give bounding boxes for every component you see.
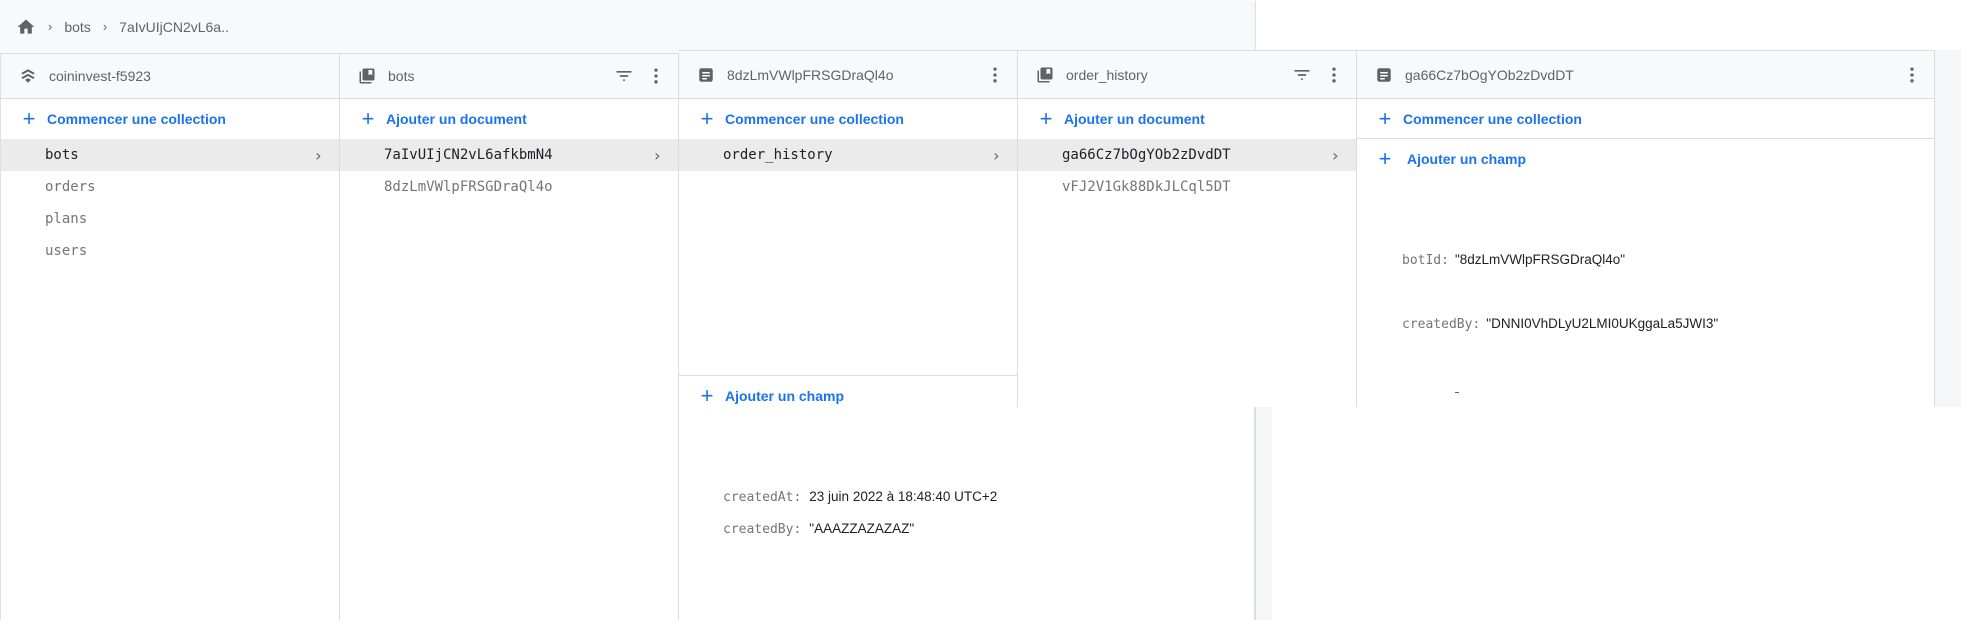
more-vert-icon[interactable] <box>1324 65 1344 85</box>
item-label: plans <box>45 211 88 227</box>
column-header: ga66Cz7bOgYOb2zDvdDT <box>1357 50 1934 99</box>
list-item[interactable]: orders <box>1 171 339 203</box>
field-key: createdBy: <box>1402 317 1481 332</box>
add-document-button[interactable]: + Ajouter un document <box>340 99 678 139</box>
firestore-data-window: › bots › 7aIvUIjCN2vL6a.. coininvest-f59… <box>0 0 1357 407</box>
plus-icon: + <box>22 106 36 131</box>
plus-icon: + <box>1039 106 1053 131</box>
item-label: order_history <box>723 147 833 163</box>
list-item[interactable]: order_history › <box>679 139 1017 171</box>
document-icon <box>697 66 715 84</box>
collection-column: bots + Ajouter un document 7aIvUIjCN2vL6… <box>340 54 679 407</box>
column-header: coininvest-f5923 <box>1 54 339 99</box>
list-item[interactable]: ga66Cz7bOgYOb2zDvdDT › <box>1018 139 1356 171</box>
scroll-gutter <box>1256 407 1272 620</box>
list-item[interactable]: users <box>1 235 339 267</box>
column-header: 8dzLmVWlpFRSGDraQl4o <box>679 50 1017 99</box>
field-key: createdBy: <box>723 522 802 537</box>
column-title: ga66Cz7bOgYOb2zDvdDT <box>1405 66 1574 83</box>
firestore-icon <box>19 67 37 85</box>
filter-icon[interactable] <box>614 66 634 86</box>
root-column: coininvest-f5923 + Commencer une collect… <box>0 54 340 407</box>
column-title: order_history <box>1066 66 1148 83</box>
plus-icon: + <box>700 383 714 408</box>
button-label: Commencer une collection <box>47 111 226 127</box>
column-header: order_history <box>1018 50 1356 99</box>
chevron-right-icon: › <box>1330 145 1340 165</box>
item-label: 8dzLmVWlpFRSGDraQl4o <box>384 179 553 195</box>
collection-icon <box>1036 66 1054 84</box>
list-item[interactable]: 7aIvUIjCN2vL6afkbmN4 › <box>340 139 678 171</box>
chevron-right-icon: › <box>48 19 53 34</box>
list-item[interactable]: bots › <box>1 139 339 171</box>
plus-icon: + <box>1378 105 1392 131</box>
field-value: "DNNI0VhDLyU2LMI0UKggaLa5JWI3" <box>1486 316 1719 331</box>
filter-icon[interactable] <box>1292 65 1312 85</box>
item-label: users <box>45 243 88 259</box>
button-label: Commencer une collection <box>725 111 904 127</box>
add-field-button[interactable]: + Ajouter un champ <box>1357 139 1934 179</box>
more-vert-icon[interactable] <box>1902 65 1922 85</box>
item-label: 7aIvUIjCN2vL6afkbmN4 <box>384 147 553 163</box>
field-value: 23 juin 2022 à 18:48:40 UTC+2 <box>809 489 998 504</box>
breadcrumb-item[interactable]: bots <box>64 19 90 35</box>
start-collection-button[interactable]: + Commencer une collection <box>1 99 339 139</box>
document-column: 8dzLmVWlpFRSGDraQl4o + Commencer une col… <box>679 50 1018 407</box>
chevron-right-icon: › <box>102 19 108 34</box>
field-key: createdAt: <box>723 490 802 505</box>
document-column: ga66Cz7bOgYOb2zDvdDT + Commencer une col… <box>1357 50 1935 407</box>
button-label: Commencer une collection <box>1403 110 1582 127</box>
field-value: "8dzLmVWlpFRSGDraQl4o" <box>1454 252 1626 267</box>
list-item[interactable]: vFJ2V1Gk88DkJLCql5DT <box>1018 171 1356 203</box>
more-vert-icon[interactable] <box>646 66 666 86</box>
plus-icon: + <box>1378 146 1392 171</box>
start-collection-button[interactable]: + Commencer une collection <box>679 99 1017 139</box>
button-label: Ajouter un champ <box>1407 151 1527 167</box>
collection-column: order_history + Ajouter un document ga66… <box>1018 50 1357 407</box>
chevron-right-icon: › <box>652 145 662 165</box>
button-label: Ajouter un document <box>386 111 527 127</box>
button-label: Ajouter un document <box>1064 111 1205 127</box>
start-collection-button[interactable]: + Commencer une collection <box>1357 99 1934 139</box>
list-item[interactable]: plans <box>1 203 339 235</box>
column-title: bots <box>388 68 415 84</box>
breadcrumb-item[interactable]: 7aIvUIjCN2vL6a.. <box>119 19 229 35</box>
item-label: ga66Cz7bOgYOb2zDvdDT <box>1062 147 1231 163</box>
add-field-button[interactable]: + Ajouter un champ <box>679 376 1017 416</box>
field-value: "AAAZZAZAZAZ" <box>809 521 915 536</box>
home-icon[interactable] <box>16 17 36 37</box>
add-field-section: + Ajouter un champ <box>679 375 1017 416</box>
item-label: orders <box>45 179 96 195</box>
collection-icon <box>358 67 376 85</box>
chevron-right-icon: › <box>313 145 323 165</box>
field-row[interactable]: createdBy: "DNNI0VhDLyU2LMI0UKggaLa5JWI3… <box>1402 316 1718 332</box>
field-row[interactable]: botId: "8dzLmVWlpFRSGDraQl4o" <box>1402 252 1625 268</box>
column-title: 8dzLmVWlpFRSGDraQl4o <box>727 66 894 83</box>
item-label: vFJ2V1Gk88DkJLCql5DT <box>1062 179 1231 195</box>
item-label: bots <box>45 147 79 163</box>
chevron-right-icon: › <box>991 145 1001 165</box>
plus-icon: + <box>700 106 714 131</box>
column-header: bots <box>340 54 678 99</box>
more-vert-icon[interactable] <box>985 65 1005 85</box>
button-label: Ajouter un champ <box>725 388 845 404</box>
column-title: coininvest-f5923 <box>49 68 151 84</box>
document-icon <box>1375 66 1393 84</box>
plus-icon: + <box>361 106 375 131</box>
breadcrumb: › bots › 7aIvUIjCN2vL6a.. <box>0 0 1256 54</box>
field-row[interactable]: createdBy: "AAAZZAZAZAZ" <box>723 521 914 537</box>
field-row[interactable]: createdAt: 23 juin 2022 à 18:48:40 UTC+2 <box>723 489 997 505</box>
list-item[interactable]: 8dzLmVWlpFRSGDraQl4o <box>340 171 678 203</box>
scroll-gutter <box>1935 50 1961 407</box>
collapsed-field-marker <box>1455 392 1459 393</box>
field-key: botId: <box>1402 253 1449 268</box>
background <box>1272 0 1961 50</box>
add-document-button[interactable]: + Ajouter un document <box>1018 99 1356 139</box>
